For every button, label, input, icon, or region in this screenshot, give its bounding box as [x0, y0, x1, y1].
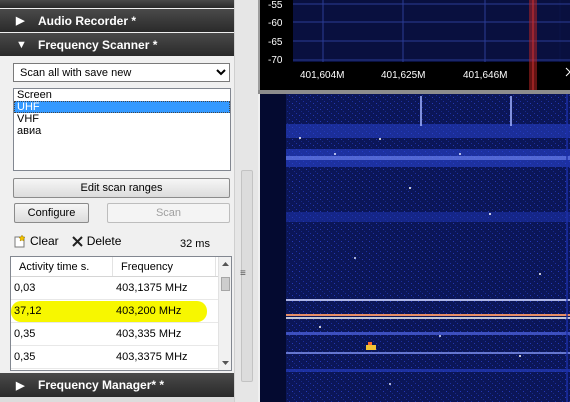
table-scrollbar[interactable]: [218, 257, 231, 370]
bottom-strip: [0, 397, 234, 402]
scroll-down-icon[interactable]: [219, 358, 232, 368]
grip-icon: ≡: [240, 268, 246, 279]
y-tick-label: -70: [268, 55, 283, 66]
x-tick-label: 401,625M: [381, 70, 425, 81]
activity-cell: 0,35: [14, 351, 36, 363]
results-table[interactable]: Activity time s. Frequency 0,03 403,1375…: [10, 256, 232, 371]
delete-x-icon: [71, 235, 83, 247]
frequency-scanner-header[interactable]: ▼ Frequency Scanner *: [0, 33, 234, 56]
x-tick-label: 401,604M: [300, 70, 344, 81]
scan-ranges-list[interactable]: Screen UHF VHF авиа: [13, 88, 231, 171]
frequency-cell: 403,3375 MHz: [116, 351, 188, 363]
scan-speed-readout: 32 ms: [180, 238, 210, 250]
scan-button[interactable]: Scan: [107, 203, 230, 223]
audio-recorder-header[interactable]: ▶ Audio Recorder *: [0, 9, 234, 32]
scroll-up-icon[interactable]: [219, 259, 232, 269]
activity-cell: 0,35: [14, 328, 36, 340]
clear-icon: [14, 234, 26, 248]
table-row[interactable]: 0,03 403,1375 MHz: [11, 277, 231, 300]
table-row[interactable]: 0,35 403,3375 MHz: [11, 346, 231, 369]
activity-cell: 0,03: [14, 282, 36, 294]
frequency-cell: 403,335 MHz: [116, 328, 182, 340]
scan-mode-select[interactable]: Scan all with save new: [13, 63, 230, 82]
spectrum-analyzer[interactable]: -55 -60 -65 -70 401,604M 401,625M 401,64…: [258, 0, 570, 90]
edit-scan-ranges-button[interactable]: Edit scan ranges: [13, 178, 230, 198]
clear-button[interactable]: Clear: [13, 234, 59, 248]
table-header: Activity time s. Frequency: [11, 257, 231, 277]
frequency-cell: 403,1375 MHz: [116, 282, 188, 294]
y-tick-label: -65: [268, 37, 283, 48]
frequency-cell: 403,200 MHz: [116, 305, 182, 317]
table-row[interactable]: 0,35 403,335 MHz: [11, 323, 231, 346]
clear-label: Clear: [30, 234, 59, 248]
list-item[interactable]: авиа: [14, 125, 230, 137]
column-header-frequency[interactable]: Frequency: [113, 257, 216, 276]
scrollbar-thumb[interactable]: [221, 277, 230, 291]
waterfall-canvas: [260, 94, 570, 402]
y-tick-label: -55: [268, 0, 283, 11]
configure-button[interactable]: Configure: [14, 203, 89, 223]
spectrum-plot: -55 -60 -65 -70 401,604M 401,625M 401,64…: [268, 0, 570, 90]
delete-button[interactable]: Delete: [71, 234, 122, 248]
expand-arrow-icon: ▶: [16, 379, 25, 392]
waterfall-display[interactable]: [260, 94, 570, 402]
expand-arrow-icon: ▶: [16, 15, 25, 27]
panel-splitter[interactable]: ≡: [234, 0, 258, 402]
panel-header-top-strip: [0, 0, 234, 8]
list-item[interactable]: Screen: [14, 89, 230, 101]
list-item-selected[interactable]: UHF: [14, 101, 230, 113]
sdr-window: ▶ Audio Recorder * ▼ Frequency Scanner *…: [0, 0, 570, 402]
table-row-highlighted[interactable]: 37,12 403,200 MHz: [11, 300, 231, 323]
x-tick-label: 401,646M: [463, 70, 507, 81]
delete-label: Delete: [86, 234, 122, 248]
activity-cell: 37,12: [14, 305, 42, 317]
list-item[interactable]: VHF: [14, 113, 230, 125]
column-header-activity[interactable]: Activity time s.: [11, 257, 113, 276]
frequency-manager-title: Frequency Manager* *: [38, 378, 165, 392]
collapse-arrow-icon: ▼: [16, 38, 27, 51]
frequency-scanner-title: Frequency Scanner *: [38, 37, 158, 52]
audio-recorder-title: Audio Recorder *: [38, 13, 137, 28]
y-tick-label: -60: [268, 18, 283, 29]
frequency-manager-header[interactable]: ▶ Frequency Manager* *: [0, 373, 234, 397]
